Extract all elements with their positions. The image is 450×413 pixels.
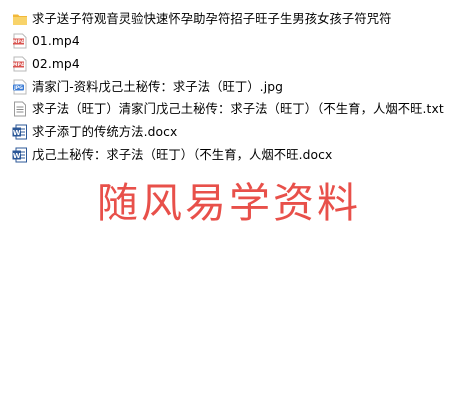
file-list: 求子送子符观音灵验快速怀孕助孕符招子旺子生男孩女孩子符咒符 MP4 01.mp4…	[12, 8, 448, 167]
word-document-icon: W	[12, 147, 28, 163]
file-name: 清家门-资料戊己土秘传：求子法（旺丁）.jpg	[32, 79, 284, 94]
file-name: 求子送子符观音灵验快速怀孕助孕符招子旺子生男孩女孩子符咒符	[32, 11, 392, 26]
video-file-icon: MP4	[12, 56, 28, 72]
file-row-jpg[interactable]: JPG 清家门-资料戊己土秘传：求子法（旺丁）.jpg	[12, 76, 448, 97]
file-name: 02.mp4	[32, 56, 80, 71]
folder-icon	[12, 11, 28, 27]
file-row-docx[interactable]: W 戊己土秘传：求子法（旺丁）（不生育，人烟不旺.docx	[12, 144, 448, 165]
file-name: 求子法（旺丁）清家门戊己土秘传：求子法（旺丁）（不生育，人烟不旺.txt	[32, 102, 444, 117]
file-row-folder[interactable]: 求子送子符观音灵验快速怀孕助孕符招子旺子生男孩女孩子符咒符	[12, 8, 448, 29]
word-document-icon: W	[12, 124, 28, 140]
file-name: 01.mp4	[32, 34, 80, 49]
svg-text:MP4: MP4	[13, 39, 24, 45]
file-row-mp4[interactable]: MP4 01.mp4	[12, 31, 448, 52]
svg-text:JPG: JPG	[13, 85, 23, 91]
watermark-text: 随风易学资料	[97, 179, 361, 227]
file-row-txt[interactable]: 求子法（旺丁）清家门戊己土秘传：求子法（旺丁）（不生育，人烟不旺.txt	[12, 99, 448, 120]
video-file-icon: MP4	[12, 33, 28, 49]
svg-text:W: W	[13, 151, 21, 159]
file-row-docx[interactable]: W 求子添丁的传统方法.docx	[12, 121, 448, 142]
file-name: 求子添丁的传统方法.docx	[32, 124, 178, 139]
file-row-mp4[interactable]: MP4 02.mp4	[12, 53, 448, 74]
file-name: 戊己土秘传：求子法（旺丁）（不生育，人烟不旺.docx	[32, 147, 333, 162]
text-file-icon	[12, 101, 28, 117]
svg-text:W: W	[13, 129, 21, 137]
image-file-icon: JPG	[12, 79, 28, 95]
svg-text:MP4: MP4	[13, 62, 24, 68]
